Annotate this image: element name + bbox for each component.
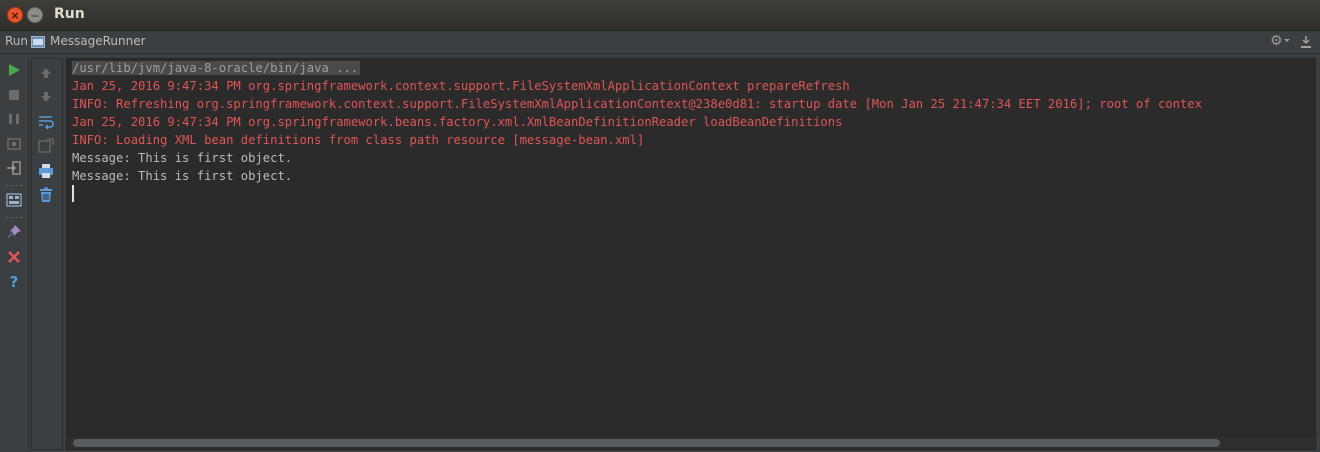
console-stderr-text: Jan 25, 2016 9:47:34 PM org.springframew… xyxy=(72,79,850,93)
console-line: INFO: Loading XML bean definitions from … xyxy=(72,131,1304,149)
window-minimize-button[interactable]: — xyxy=(27,7,43,23)
console-lines: /usr/lib/jvm/java-8-oracle/bin/java ... J… xyxy=(72,59,1304,185)
close-icon[interactable] xyxy=(6,249,22,265)
text-cursor xyxy=(72,185,74,202)
console-stdout-text: Message: This is first object. xyxy=(72,169,293,183)
toolbar-separator xyxy=(5,185,23,186)
pin-icon[interactable] xyxy=(6,224,22,240)
chevron-down-icon[interactable] xyxy=(1284,39,1290,42)
horizontal-scrollbar[interactable] xyxy=(67,437,1315,449)
console-stderr-text: Jan 25, 2016 9:47:34 PM org.springframew… xyxy=(72,115,843,129)
hide-icon[interactable] xyxy=(1300,35,1312,49)
console-command-line: /usr/lib/jvm/java-8-oracle/bin/java ... xyxy=(72,61,361,75)
scroll-down-icon[interactable] xyxy=(38,89,54,105)
horizontal-scrollbar-thumb[interactable] xyxy=(73,439,1220,447)
run-configuration-icon xyxy=(31,36,45,48)
layout-icon[interactable] xyxy=(6,192,22,208)
rerun-icon[interactable] xyxy=(6,62,22,78)
window-close-button[interactable]: × xyxy=(7,7,23,23)
stop-icon[interactable] xyxy=(6,87,22,103)
console-actions-toolbar xyxy=(31,58,63,450)
console-stderr-text: INFO: Loading XML bean definitions from … xyxy=(72,133,645,147)
scroll-to-end-icon[interactable] xyxy=(38,138,54,154)
run-tool-label: Run xyxy=(5,34,29,48)
console-line: Jan 25, 2016 9:47:34 PM org.springframew… xyxy=(72,77,1304,95)
console-line: INFO: Refreshing org.springframework.con… xyxy=(72,95,1304,113)
console-stdout-text: Message: This is first object. xyxy=(72,151,293,165)
window-titlebar: × — Run xyxy=(0,0,1320,31)
run-tool-header: Run MessageRunner ⚙ xyxy=(0,31,1320,54)
clear-all-icon[interactable] xyxy=(38,187,54,203)
gear-icon[interactable]: ⚙ xyxy=(1270,33,1283,49)
exit-icon[interactable] xyxy=(6,160,22,176)
print-icon[interactable] xyxy=(38,163,54,179)
console-stderr-text: INFO: Refreshing org.springframework.con… xyxy=(72,97,1202,111)
window-title: Run xyxy=(54,6,85,22)
console-output[interactable]: /usr/lib/jvm/java-8-oracle/bin/java ... J… xyxy=(66,58,1316,450)
scroll-up-icon[interactable] xyxy=(38,65,54,81)
run-configuration-tab[interactable]: MessageRunner xyxy=(50,34,146,48)
svg-text:?: ? xyxy=(10,273,19,289)
run-actions-toolbar: ? xyxy=(0,54,29,452)
toolbar-separator xyxy=(5,217,23,218)
help-icon[interactable]: ? xyxy=(6,273,22,289)
soft-wrap-icon[interactable] xyxy=(38,114,54,130)
console-line: Message: This is first object. xyxy=(72,149,1304,167)
console-line: Jan 25, 2016 9:47:34 PM org.springframew… xyxy=(72,113,1304,131)
dump-threads-icon[interactable] xyxy=(6,136,22,152)
console-line: /usr/lib/jvm/java-8-oracle/bin/java ... xyxy=(72,59,1304,77)
console-line: Message: This is first object. xyxy=(72,167,1304,185)
pause-icon[interactable] xyxy=(6,111,22,127)
